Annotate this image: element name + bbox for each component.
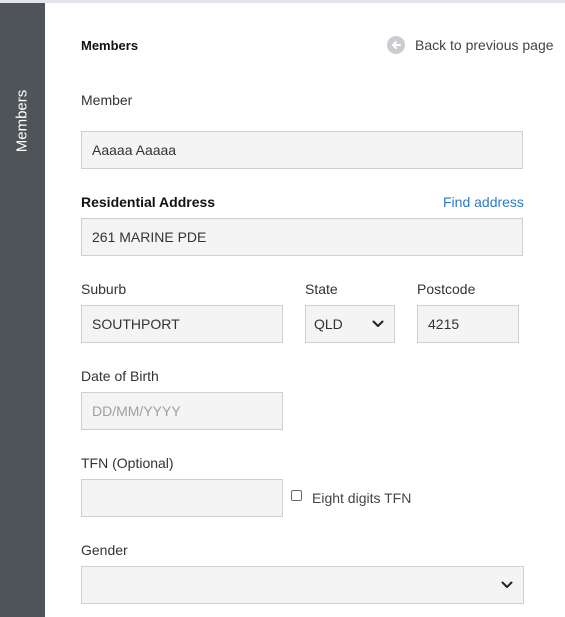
chevron-down-icon — [372, 320, 384, 327]
state-select-value: QLD — [314, 316, 343, 332]
date-of-birth-label: Date of Birth — [81, 368, 159, 384]
back-link-label: Back to previous page — [415, 37, 554, 53]
arrow-left-circle-icon — [387, 36, 405, 54]
member-label: Member — [81, 92, 133, 108]
state-select[interactable]: QLD — [305, 305, 395, 343]
residential-address-label: Residential Address — [81, 194, 216, 210]
chevron-down-icon — [501, 581, 513, 588]
postcode-field[interactable]: 4215 — [417, 305, 519, 343]
sidebar-tab-members[interactable]: Members — [14, 90, 31, 153]
suburb-field[interactable]: SOUTHPORT — [81, 305, 283, 343]
tfn-label: TFN (Optional) — [81, 455, 174, 471]
state-label: State — [305, 281, 338, 297]
date-of-birth-field[interactable]: DD/MM/YYYY — [81, 392, 283, 430]
gender-select[interactable] — [81, 566, 524, 604]
gender-label: Gender — [81, 542, 128, 558]
eight-digits-tfn-label[interactable]: Eight digits TFN — [312, 490, 411, 506]
tfn-field[interactable] — [81, 479, 283, 517]
suburb-label: Suburb — [81, 281, 127, 297]
top-border — [0, 0, 565, 3]
member-field[interactable]: Aaaaa Aaaaa — [81, 131, 523, 169]
page-title: Members — [81, 38, 139, 53]
address-field[interactable]: 261 MARINE PDE — [81, 218, 523, 256]
find-address-link[interactable]: Find address — [443, 194, 524, 210]
sidebar: Members — [0, 3, 45, 617]
postcode-label: Postcode — [417, 281, 476, 297]
eight-digits-tfn-checkbox[interactable] — [291, 490, 302, 501]
back-to-previous-page-link[interactable]: Back to previous page — [387, 36, 554, 54]
